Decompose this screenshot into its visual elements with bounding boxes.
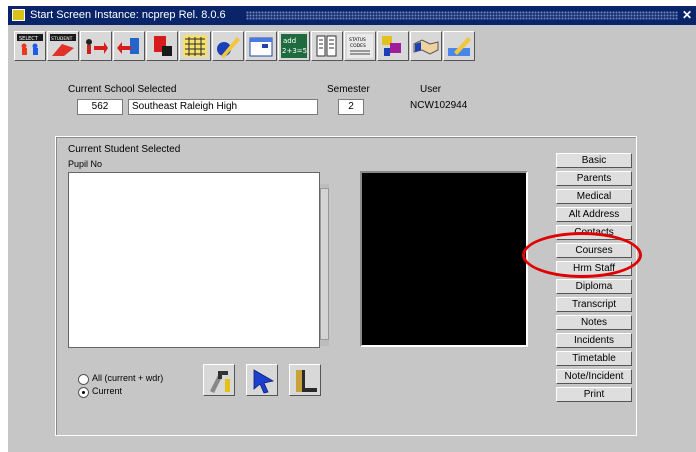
documents-icon[interactable] bbox=[311, 31, 343, 61]
medical-button[interactable]: Medical bbox=[556, 189, 632, 204]
courses-highlight-circle bbox=[522, 232, 642, 278]
select-label: SELECT bbox=[19, 36, 39, 42]
notes-button[interactable]: Notes bbox=[556, 315, 632, 330]
current-radio[interactable] bbox=[78, 387, 89, 398]
logic-icon[interactable] bbox=[377, 31, 409, 61]
user-label: User bbox=[420, 84, 442, 95]
school-label: Current School Selected bbox=[68, 84, 177, 95]
student-list[interactable] bbox=[68, 172, 320, 348]
all-radio-label: All (current + wdr) bbox=[92, 373, 164, 383]
school-code-field[interactable]: 562 bbox=[77, 99, 123, 115]
title-bar[interactable]: Start Screen Instance: ncprep Rel. 8.0.6… bbox=[8, 6, 696, 25]
writing-icon[interactable] bbox=[443, 31, 475, 61]
note-incident-button[interactable]: Note/Incident bbox=[556, 369, 632, 384]
application-window: Start Screen Instance: ncprep Rel. 8.0.6… bbox=[8, 6, 696, 452]
title-bar-fill bbox=[246, 11, 678, 20]
report-icon[interactable] bbox=[245, 31, 277, 61]
select-student-icon[interactable]: SELECT bbox=[14, 31, 46, 61]
student-group-label: Current Student Selected bbox=[68, 144, 181, 155]
grades-math-icon[interactable]: add 2+3=5 bbox=[278, 31, 310, 61]
add-label: add bbox=[283, 37, 296, 45]
scrollbar-thumb[interactable] bbox=[320, 188, 329, 340]
all-radio[interactable] bbox=[78, 374, 89, 385]
student-photo bbox=[360, 171, 528, 347]
window-title: Start Screen Instance: ncprep Rel. 8.0.6 bbox=[30, 9, 226, 21]
diploma-button[interactable]: Diploma bbox=[556, 279, 632, 294]
codes-label: CODES bbox=[350, 43, 366, 49]
transfer-in-icon[interactable] bbox=[80, 31, 112, 61]
scheduling-icon[interactable] bbox=[179, 31, 211, 61]
student-icon[interactable]: STUDENT bbox=[47, 31, 79, 61]
current-radio-label: Current bbox=[92, 386, 123, 396]
semester-field[interactable]: 2 bbox=[338, 99, 364, 115]
basic-button[interactable]: Basic bbox=[556, 153, 632, 168]
print-button[interactable]: Print bbox=[556, 387, 632, 402]
user-value: NCW102944 bbox=[410, 100, 468, 111]
transcript-button[interactable]: Transcript bbox=[556, 297, 632, 312]
school-name-field[interactable]: Southeast Raleigh High bbox=[128, 99, 318, 115]
parents-button[interactable]: Parents bbox=[556, 171, 632, 186]
handshake-icon[interactable] bbox=[410, 31, 442, 61]
semester-label: Semester bbox=[327, 84, 370, 95]
alt-address-button[interactable]: Alt Address bbox=[556, 207, 632, 222]
tools-icon[interactable] bbox=[203, 364, 235, 396]
incidents-button[interactable]: Incidents bbox=[556, 333, 632, 348]
transfer-out-icon[interactable] bbox=[113, 31, 145, 61]
calendar-icon[interactable] bbox=[146, 31, 178, 61]
pupil-number-label: Pupil No bbox=[68, 159, 103, 169]
student-label: STUDENT bbox=[51, 36, 73, 42]
close-icon[interactable]: ✕ bbox=[682, 8, 692, 22]
toolbar: SELECT STUDENT add 2+3=5 STATUS CODES bbox=[8, 26, 696, 72]
status-codes-icon[interactable]: STATUS CODES bbox=[344, 31, 376, 61]
pointer-icon[interactable] bbox=[246, 364, 278, 396]
student-list-scrollbar[interactable] bbox=[320, 184, 329, 346]
status-label: STATUS bbox=[349, 37, 366, 43]
app-icon bbox=[12, 9, 25, 21]
edit-pencil-icon[interactable] bbox=[212, 31, 244, 61]
exit-door-icon[interactable] bbox=[289, 364, 321, 396]
math-label: 2+3=5 bbox=[282, 47, 307, 55]
timetable-button[interactable]: Timetable bbox=[556, 351, 632, 366]
